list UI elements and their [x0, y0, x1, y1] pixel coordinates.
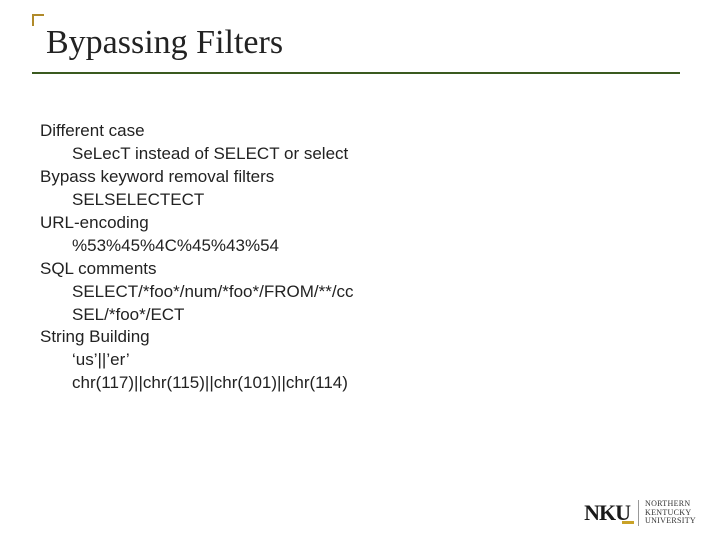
logo-mark: NKU — [584, 500, 630, 526]
body-line: chr(117)||chr(115)||chr(101)||chr(114) — [72, 372, 660, 395]
body-line: ‘us’||’er’ — [72, 349, 660, 372]
body-line: Bypass keyword removal filters — [40, 166, 660, 189]
body-line: SeLecT instead of SELECT or select — [72, 143, 660, 166]
body-line: String Building — [40, 326, 660, 349]
logo-line: UNIVERSITY — [645, 516, 696, 525]
slide: Bypassing Filters Different case SeLecT … — [0, 0, 720, 540]
slide-body: Different case SeLecT instead of SELECT … — [40, 120, 660, 395]
body-line: SELECT/*foo*/num/*foo*/FROM/**/cc — [72, 281, 660, 304]
body-line: Different case — [40, 120, 660, 143]
body-line: SEL/*foo*/ECT — [72, 304, 660, 327]
body-line: SELSELECTECT — [72, 189, 660, 212]
title-area: Bypassing Filters — [32, 18, 680, 74]
slide-title: Bypassing Filters — [32, 18, 680, 72]
body-line: URL-encoding — [40, 212, 660, 235]
body-line: SQL comments — [40, 258, 660, 281]
logo-text: NORTHERN KENTUCKY UNIVERSITY — [638, 500, 696, 525]
body-line: %53%45%4C%45%43%54 — [72, 235, 660, 258]
footer-logo: NKU NORTHERN KENTUCKY UNIVERSITY — [584, 500, 696, 526]
